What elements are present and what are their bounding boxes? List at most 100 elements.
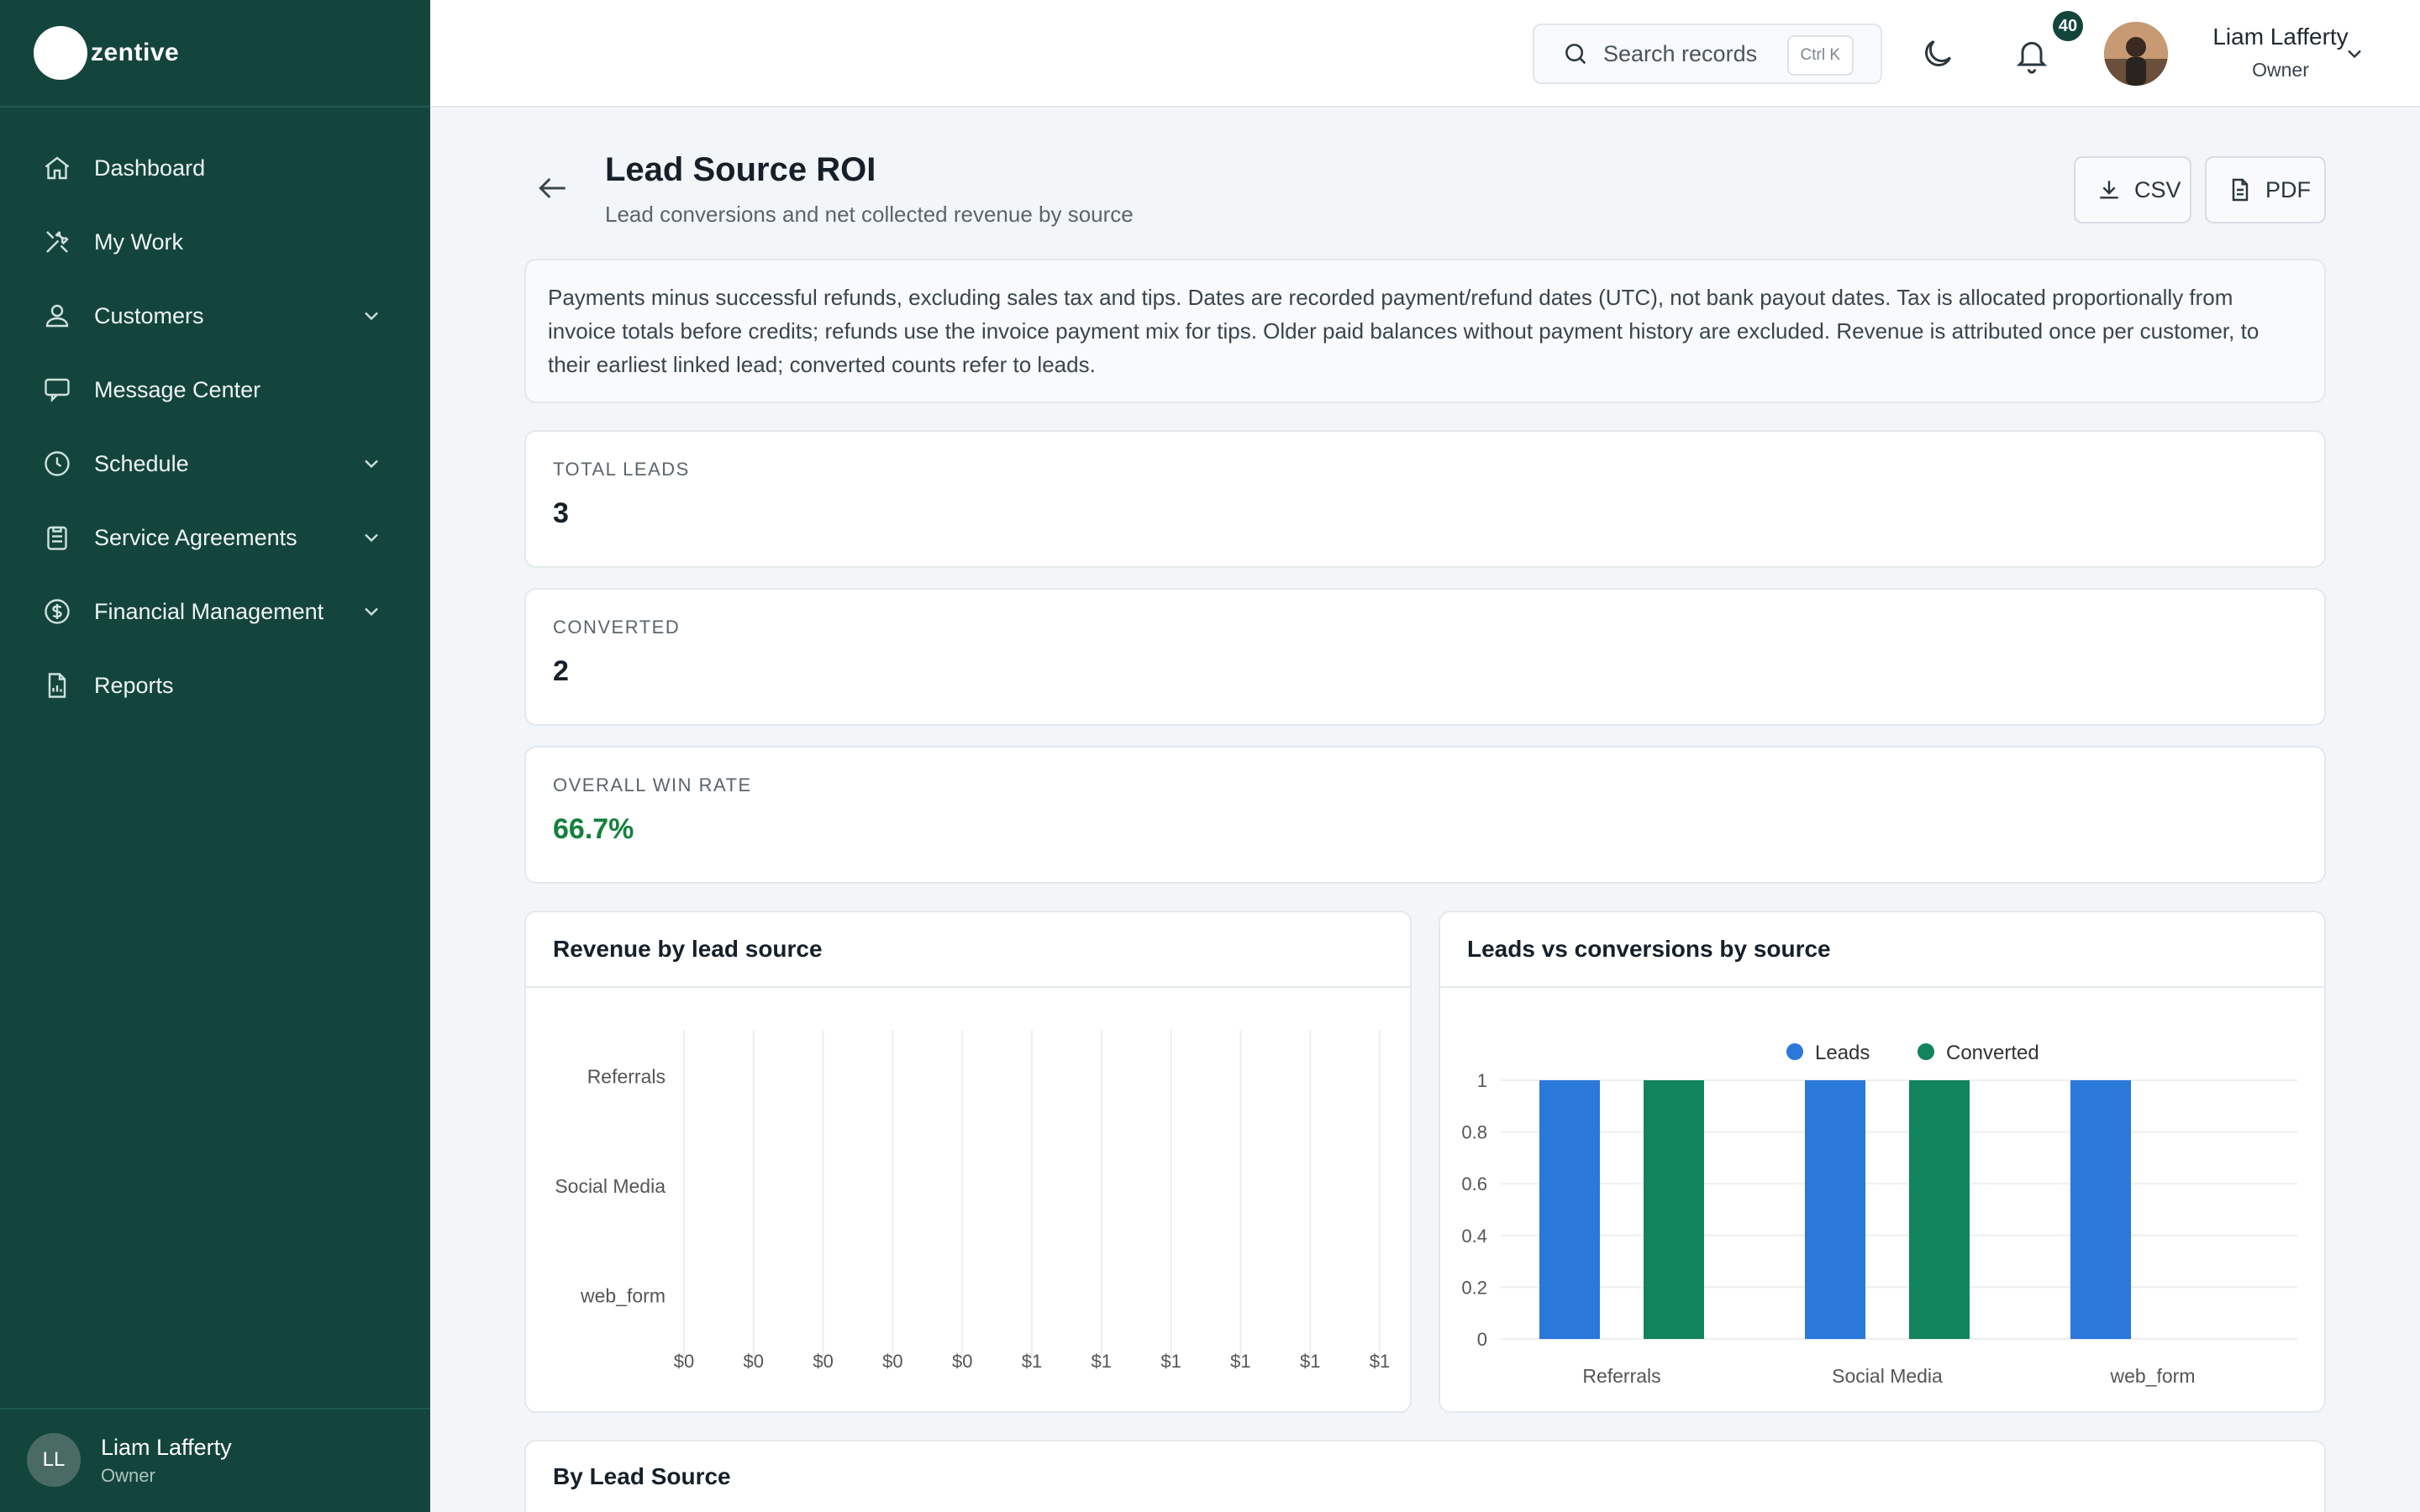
by-lead-source-table: By Lead Source <box>524 1440 2326 1512</box>
methodology-note: Payments minus successful refunds, exclu… <box>524 259 2326 403</box>
export-csv-button[interactable]: CSV <box>2074 156 2191 223</box>
avatar[interactable] <box>2104 22 2168 86</box>
chevron-down-icon[interactable] <box>360 304 383 328</box>
y-category-label: Social Media <box>555 1175 666 1197</box>
sidebar-item-label: Message Center <box>94 376 261 402</box>
leads-chart: Leads Converted 0 0.2 0.4 0.6 0.8 1 Referrals Soc… <box>1461 1042 2297 1387</box>
notification-badge: 40 <box>2050 8 2086 44</box>
kpi-value: 3 <box>553 497 569 529</box>
table-title: By Lead Source <box>553 1463 731 1489</box>
app-logo[interactable]: zentive <box>34 25 179 81</box>
page-subtitle: Lead conversions and net collected reven… <box>605 202 1134 227</box>
methodology-text: Payments minus successful refunds, exclu… <box>548 285 2260 377</box>
x-category-label: Referrals <box>1582 1365 1660 1387</box>
sidebar-user[interactable]: LL Liam Lafferty Owner <box>0 1408 430 1512</box>
y-tick-label: 0.8 <box>1461 1122 1487 1143</box>
bar-leads[interactable] <box>1805 1080 1865 1339</box>
x-tick-label: $1 <box>1230 1351 1250 1372</box>
kpi-card-total-leads: TOTAL LEADS 3 <box>524 430 2326 568</box>
search-input[interactable]: Search records Ctrl K <box>1533 24 1882 84</box>
sidebar-item-label: Schedule <box>94 450 189 476</box>
y-tick-label: 0 <box>1477 1329 1487 1350</box>
x-tick-label: $0 <box>674 1351 694 1372</box>
download-icon <box>2096 176 2123 203</box>
chevron-down-icon[interactable] <box>360 600 383 623</box>
sidebar-item-my-work[interactable]: My Work <box>0 205 430 279</box>
csv-label: CSV <box>2134 176 2181 202</box>
users-icon <box>40 299 74 333</box>
x-tick-label: $0 <box>882 1351 902 1372</box>
kpi-card-win-rate: OVERALL WIN RATE 66.7% <box>524 746 2326 884</box>
sidebar-item-message-center[interactable]: Message Center <box>0 353 430 427</box>
sidebar-item-financial-management[interactable]: Financial Management <box>0 575 430 648</box>
leads-chart-panel: Leads vs conversions by source Leads Conv… <box>1439 911 2326 1413</box>
sidebar-item-schedule[interactable]: Schedule <box>0 427 430 501</box>
x-tick-label: $1 <box>1300 1351 1320 1372</box>
legend-label: Converted <box>1946 1042 2039 1064</box>
sidebar-item-label: Reports <box>94 672 174 698</box>
moon-icon[interactable] <box>1919 35 1956 72</box>
page-title: Lead Source ROI <box>605 151 876 188</box>
pdf-label: PDF <box>2265 176 2311 202</box>
x-tick-label: $0 <box>813 1351 833 1372</box>
home-icon <box>40 151 74 185</box>
y-tick-label: 1 <box>1477 1070 1487 1091</box>
avatar: LL <box>27 1433 81 1487</box>
sidebar-item-dashboard[interactable]: Dashboard <box>0 131 430 205</box>
report-icon <box>40 669 74 702</box>
bar-converted[interactable] <box>1909 1080 1970 1339</box>
y-tick-label: 0.2 <box>1461 1277 1487 1298</box>
kpi-value: 2 <box>553 655 569 687</box>
x-tick-label: $1 <box>1022 1351 1042 1372</box>
chat-icon <box>40 373 74 407</box>
search-placeholder: Search records <box>1603 40 1758 66</box>
y-category-label: web_form <box>580 1285 666 1307</box>
x-tick-label: $1 <box>1370 1351 1390 1372</box>
legend-label: Leads <box>1815 1042 1870 1064</box>
panel-title: Revenue by lead source <box>526 912 1410 988</box>
sidebar-user-role: Owner <box>101 1465 155 1486</box>
back-arrow-icon[interactable] <box>534 170 571 207</box>
x-category-label: Social Media <box>1832 1365 1943 1387</box>
tools-icon <box>40 225 74 259</box>
legend-swatch <box>1918 1043 1934 1060</box>
sidebar-item-customers[interactable]: Customers <box>0 279 430 353</box>
clipboard-icon <box>40 521 74 554</box>
chevron-down-icon[interactable] <box>360 452 383 475</box>
panel-title: Leads vs conversions by source <box>1440 912 2324 988</box>
bar-leads[interactable] <box>1539 1080 1600 1339</box>
clock-icon <box>40 447 74 480</box>
app-name: zentive <box>91 39 180 66</box>
bar-converted[interactable] <box>1644 1080 1704 1339</box>
sidebar-item-service-agreements[interactable]: Service Agreements <box>0 501 430 575</box>
dollar-icon <box>40 595 74 628</box>
kpi-label: TOTAL LEADS <box>553 459 690 480</box>
y-tick-label: 0.6 <box>1461 1173 1487 1194</box>
x-tick-label: $1 <box>1092 1351 1112 1372</box>
sidebar-divider <box>0 106 430 108</box>
revenue-chart: $0 $0 $0 $0 $0 $1 $1 $1 $1 $1 $1 Referrals Social Me… <box>555 1030 1390 1372</box>
logo-mark <box>34 26 87 80</box>
chevron-down-icon[interactable] <box>2343 42 2366 66</box>
kpi-card-converted: CONVERTED 2 <box>524 588 2326 726</box>
sidebar-user-name: Liam Lafferty <box>101 1435 232 1460</box>
sidebar-nav: Dashboard My Work Customers Message Cent… <box>0 131 430 722</box>
sidebar-item-reports[interactable]: Reports <box>0 648 430 722</box>
bar-leads[interactable] <box>2070 1080 2131 1339</box>
kpi-label: CONVERTED <box>553 617 681 638</box>
topbar: Search records Ctrl K 40 Liam Lafferty O… <box>430 0 2420 108</box>
sidebar-item-label: Dashboard <box>94 155 206 181</box>
y-category-label: Referrals <box>587 1065 666 1087</box>
x-category-label: web_form <box>2110 1365 2196 1387</box>
x-tick-label: $0 <box>952 1351 972 1372</box>
kpi-label: OVERALL WIN RATE <box>553 774 752 795</box>
bell-icon[interactable] <box>2013 35 2050 76</box>
document-icon <box>2227 176 2254 203</box>
chevron-down-icon[interactable] <box>360 526 383 549</box>
export-pdf-button[interactable]: PDF <box>2205 156 2326 223</box>
sidebar-item-label: Service Agreements <box>94 524 297 550</box>
search-icon <box>1561 39 1590 68</box>
sidebar-item-label: Customers <box>94 302 204 328</box>
x-tick-label: $0 <box>744 1351 764 1372</box>
sidebar: zentive Dashboard My Work Customers Mess… <box>0 0 430 1512</box>
